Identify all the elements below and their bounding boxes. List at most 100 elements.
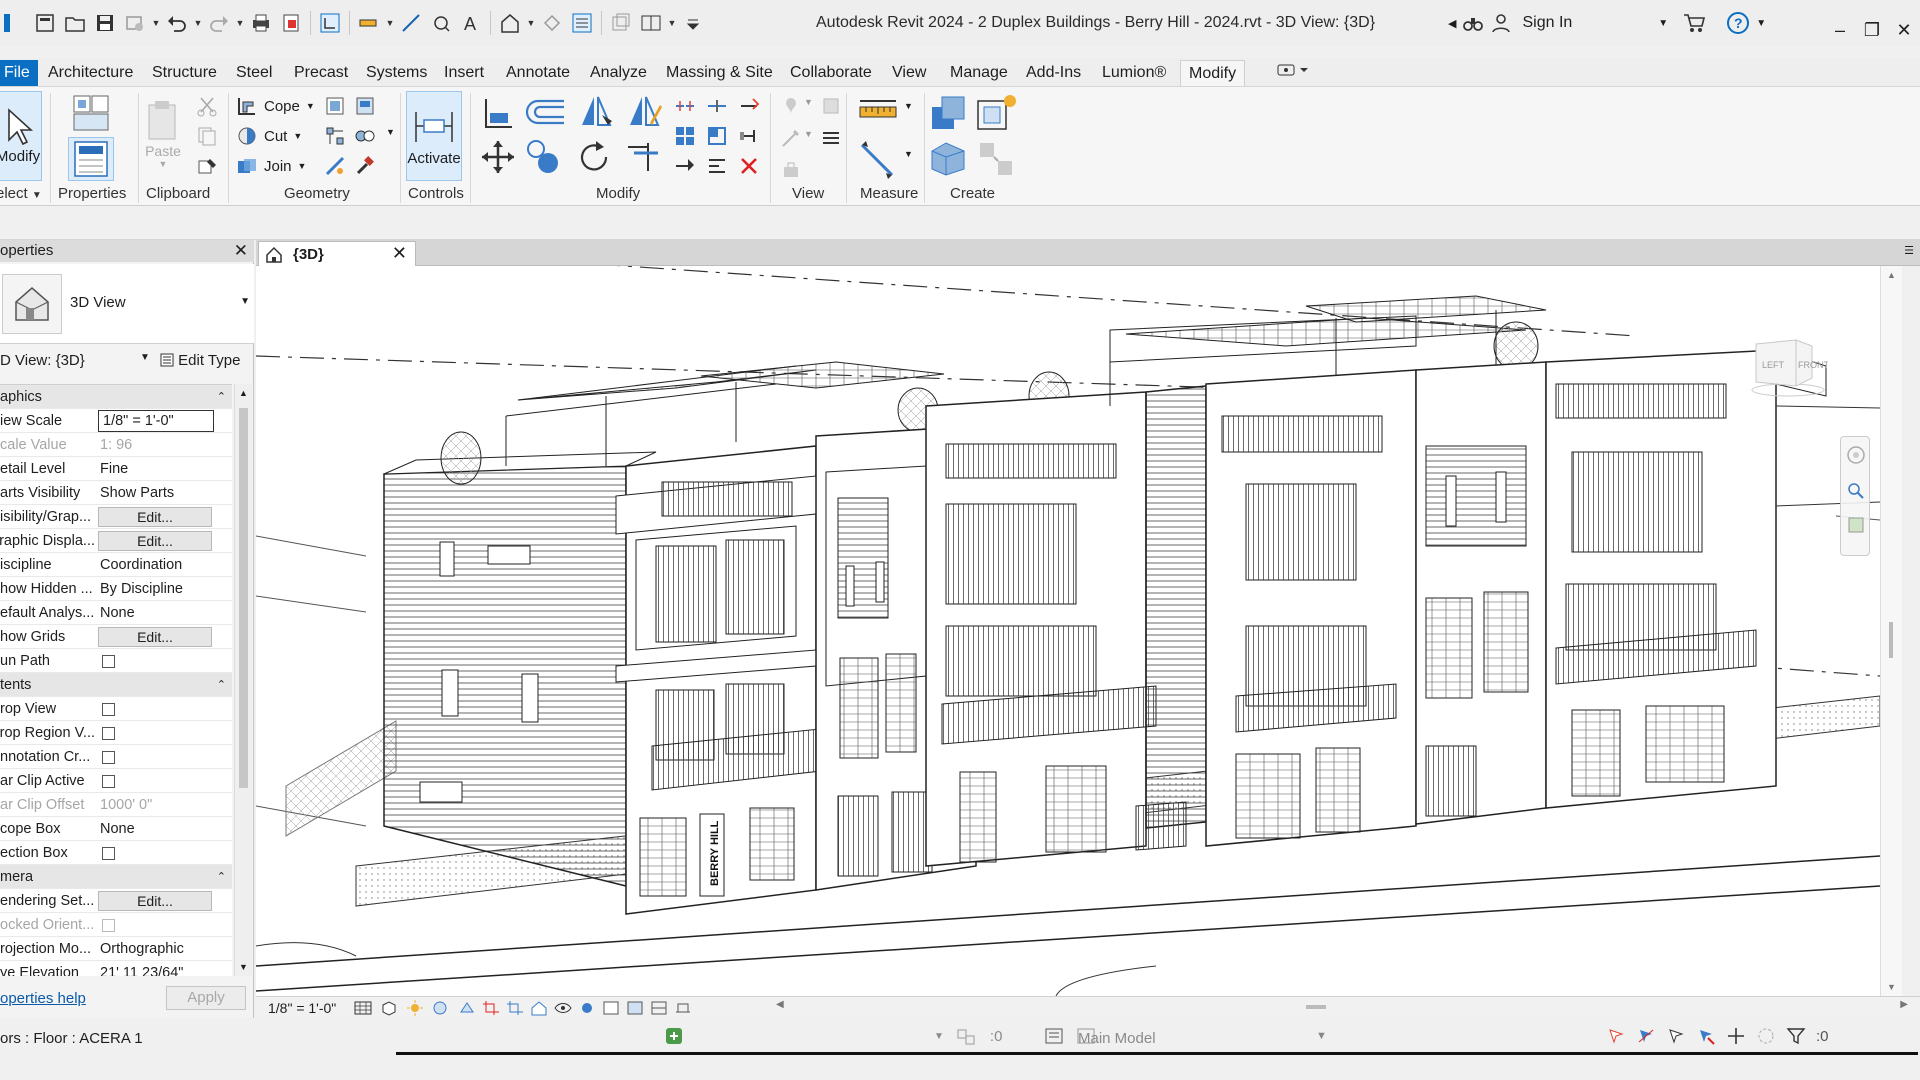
detail-level-icon[interactable] [354,1000,372,1016]
measure-icon[interactable] [354,9,384,37]
select-links-icon[interactable] [1606,1026,1626,1046]
tab-modify[interactable]: Modify [1180,60,1246,86]
chevron-down-icon[interactable]: ▼ [666,18,678,28]
sun-path-icon[interactable] [406,1000,424,1016]
property-edit-button[interactable]: Edit... [98,627,212,647]
tab-add-ins[interactable]: Add-Ins [1018,60,1089,86]
close-hidden-windows-icon[interactable] [606,9,636,37]
scroll-down-icon[interactable]: ▼ [1887,982,1896,992]
linework-icon[interactable] [780,127,802,149]
property-checkbox[interactable] [102,847,115,860]
property-edit-button[interactable]: Edit... [98,507,212,527]
paint-view-icon[interactable] [780,159,802,181]
sync-icon[interactable] [120,9,150,37]
unpin-icon[interactable] [674,155,696,177]
create-similar-icon[interactable] [976,139,1016,179]
collapse-icon[interactable]: ⌃ [217,673,226,697]
property-value[interactable]: By Discipline [100,577,220,601]
trim-extend-corner-icon[interactable] [624,139,664,175]
view-selector[interactable]: D View: {3D} [0,352,85,369]
cope-button[interactable]: Cope ▼ [236,95,315,117]
property-section-header[interactable]: tents ⌃ [0,673,232,697]
hide-in-view-icon[interactable] [780,95,802,117]
worksharing-display-icon[interactable] [626,1000,644,1016]
cut-clipboard-icon[interactable] [196,95,218,117]
drag-elements-icon[interactable] [1726,1026,1746,1046]
switch-windows-icon[interactable] [315,9,345,37]
cart-icon[interactable] [1682,12,1706,34]
chevron-down-icon[interactable]: ▼ [240,296,250,307]
zoom-region-icon[interactable] [1846,481,1866,501]
type-selector[interactable]: 3D View ▼ [0,264,254,344]
tab-manage[interactable]: Manage [942,60,1016,86]
default-3d-view-icon[interactable] [495,9,525,37]
property-checkbox[interactable] [102,703,115,716]
match-type-icon[interactable] [196,155,218,177]
show-analytical-model-icon[interactable] [650,1000,668,1016]
3d-view-canvas[interactable]: BERRY HILL [256,266,1880,996]
property-value[interactable]: None [100,601,220,625]
revit-app-icon[interactable] [0,9,30,37]
pin-icon[interactable] [738,125,760,147]
background-process-icon[interactable] [1756,1026,1776,1046]
minimize-icon[interactable]: – [1824,18,1856,42]
tab-annotate[interactable]: Annotate [498,60,578,86]
tab-view[interactable]: View [884,60,934,86]
undo-icon[interactable] [162,9,192,37]
create-group-icon[interactable] [928,137,968,177]
select-panel-label[interactable]: elect ▼ [0,185,42,202]
property-value[interactable]: 21' 11 23/64" [100,961,220,976]
select-underlay-icon[interactable] [1636,1026,1656,1046]
design-option-selector[interactable]: Main Model [1078,1030,1156,1047]
property-checkbox[interactable] [102,775,115,788]
property-value[interactable]: None [100,817,220,841]
trim-multiple-icon[interactable] [706,97,728,115]
text-icon[interactable]: A [456,9,486,37]
split-element-icon[interactable] [324,155,346,177]
chevron-down-icon[interactable]: ▼ [904,101,913,111]
chevron-down-icon[interactable]: ▼ [934,1031,944,1042]
collapse-icon[interactable]: ⌃ [217,385,226,409]
mirror-draw-axis-icon[interactable] [624,93,664,133]
select-pinned-icon[interactable] [1666,1026,1686,1046]
section-icon[interactable] [537,9,567,37]
property-checkbox[interactable] [102,751,115,764]
view-cube[interactable]: LEFT FRONT [1748,330,1828,400]
property-value[interactable]: Show Parts [100,481,220,505]
chevron-down-icon[interactable]: ▼ [234,18,246,28]
thin-lines-icon[interactable] [567,9,597,37]
temporary-hide-icon[interactable] [554,1000,572,1016]
property-checkbox[interactable] [102,727,115,740]
help-icon[interactable]: ? [1726,11,1750,35]
chevron-down-icon[interactable]: ▼ [192,18,204,28]
unlocked-3d-view-icon[interactable] [530,1000,548,1016]
create-assembly-icon[interactable] [928,93,968,133]
print-icon[interactable] [246,9,276,37]
tab-collaborate[interactable]: Collaborate [782,60,880,86]
modify-tool-button[interactable]: Modify [0,91,42,181]
redo-icon[interactable] [204,9,234,37]
rotate-icon[interactable] [576,139,612,175]
tab-systems[interactable]: Systems [358,60,435,86]
properties-scrollbar[interactable]: ▲ ▼ [234,384,252,976]
user-icon[interactable] [1490,12,1512,34]
scroll-left-icon[interactable]: ◀ [776,999,784,1010]
cut-geometry-button[interactable]: Cut ▼ [236,125,302,147]
properties-help-link[interactable]: operties help [0,990,86,1007]
filter-lines-icon[interactable] [820,127,842,149]
close-icon[interactable]: ✕ [234,240,248,262]
chevron-down-icon[interactable]: ▼ [150,18,162,28]
wall-joins-icon[interactable] [324,125,346,147]
scroll-up-icon[interactable]: ▲ [239,388,248,398]
scroll-thumb[interactable] [1306,1005,1326,1009]
chevron-down-icon[interactable]: ▼ [1756,18,1766,29]
scroll-up-icon[interactable]: ▲ [1887,270,1896,280]
chevron-down-icon[interactable]: ▼ [525,18,537,28]
property-checkbox[interactable] [102,655,115,668]
scroll-right-icon[interactable]: ▶ [1900,999,1908,1010]
view-scale-selector[interactable]: 1/8" = 1'-0" [268,1000,336,1016]
sign-in-link[interactable]: Sign In [1522,14,1572,32]
property-edit-button[interactable]: Edit... [98,531,212,551]
show-crop-region-icon[interactable] [506,1000,524,1016]
crop-view-icon[interactable] [482,1000,500,1016]
